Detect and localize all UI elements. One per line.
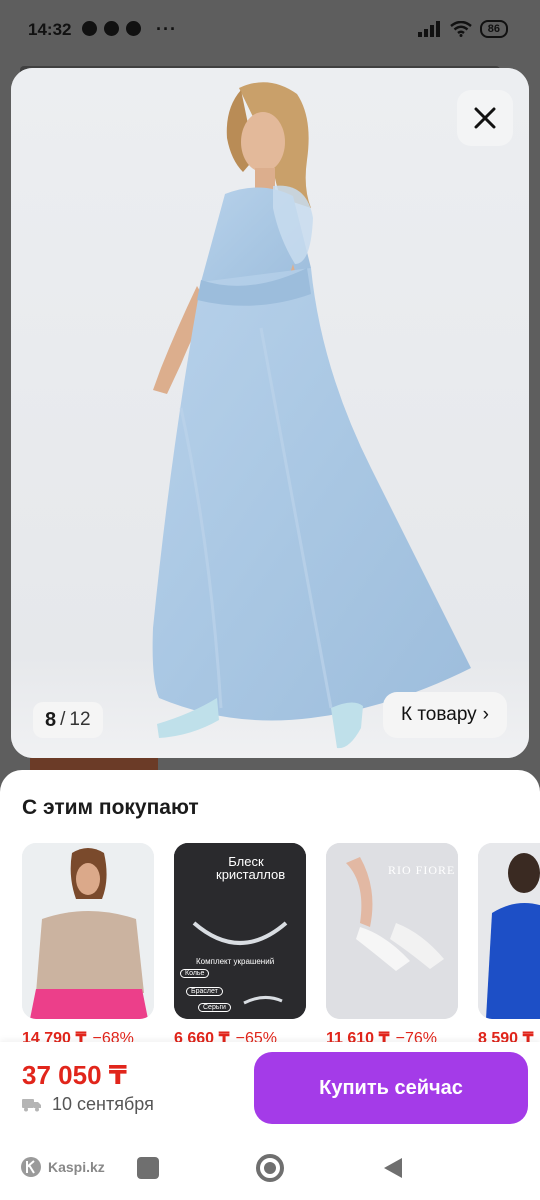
recommendations-carousel[interactable]: 14 790 ₸ −68% Блеск кристаллов Комплект у… bbox=[22, 843, 540, 1048]
back-button[interactable] bbox=[382, 1156, 404, 1180]
close-icon bbox=[474, 107, 496, 129]
chevron-right-icon: › bbox=[482, 704, 489, 725]
rec-image-jewelry-set[interactable]: Блеск кристаллов Комплект украшений Коль… bbox=[174, 843, 306, 1019]
more-notifications-icon: ··· bbox=[156, 18, 177, 39]
jewelry-overlay-subtitle: Комплект украшений bbox=[196, 957, 275, 966]
app-brand-label: Kaspi.kz bbox=[48, 1159, 105, 1175]
image-counter: 8 / 12 bbox=[33, 702, 103, 738]
app-brand: Kaspi.kz bbox=[20, 1156, 105, 1178]
to-product-button[interactable]: К товару › bbox=[382, 692, 507, 738]
to-product-label: К товару bbox=[400, 704, 477, 725]
notification-icons: ··· bbox=[82, 18, 177, 39]
signal-icon bbox=[417, 21, 440, 37]
jewelry-overlay-title: Блеск кристаллов bbox=[216, 854, 286, 882]
jewelry-tag: Колье bbox=[180, 969, 210, 978]
buy-bar: 37 050 ₸ 10 сентября Купить сейчас bbox=[0, 1042, 540, 1138]
home-button[interactable] bbox=[256, 1154, 284, 1182]
wifi-icon bbox=[449, 21, 472, 37]
system-nav-bar: Kaspi.kz bbox=[0, 1138, 540, 1200]
rec-card[interactable]: RIO FIORE 11 610 ₸ −76% bbox=[326, 843, 458, 1048]
recommendations-title: С этим покупают bbox=[22, 796, 199, 819]
jewelry-tag: Серьги bbox=[198, 1003, 231, 1012]
image-counter-current: 8 bbox=[45, 708, 57, 731]
delivery-date: 10 сентября bbox=[52, 1094, 154, 1114]
buy-now-button[interactable]: Купить сейчас bbox=[254, 1052, 528, 1124]
image-counter-separator: / bbox=[60, 709, 66, 730]
image-viewer[interactable]: 8 / 12 К товару › bbox=[11, 68, 529, 758]
rec-card[interactable]: Блеск кристаллов Комплект украшений Коль… bbox=[174, 843, 306, 1048]
delivery-info: 10 сентября bbox=[22, 1094, 154, 1115]
rec-image-sequin-top[interactable] bbox=[22, 843, 154, 1019]
product-price: 37 050 ₸ bbox=[22, 1060, 127, 1090]
rec-image-white-heels[interactable]: RIO FIORE bbox=[326, 843, 458, 1019]
close-button[interactable] bbox=[457, 90, 513, 146]
facebook-notification-icon bbox=[104, 21, 119, 36]
jewelry-tag: Браслет bbox=[186, 987, 223, 996]
status-bar: 14:32 ··· 86 bbox=[0, 0, 540, 60]
blue-sequin-dress-photo bbox=[478, 843, 540, 1019]
battery-indicator: 86 bbox=[479, 20, 508, 38]
brand-overlay: RIO FIORE bbox=[388, 863, 456, 877]
sequin-top-photo bbox=[22, 843, 154, 1019]
status-time: 14:32 bbox=[28, 20, 72, 39]
rec-image-blue-dress[interactable] bbox=[478, 843, 540, 1019]
system-icons: 86 bbox=[417, 20, 508, 38]
image-counter-total: 12 bbox=[69, 709, 91, 730]
recent-apps-button[interactable] bbox=[137, 1157, 159, 1179]
rec-card[interactable]: 14 790 ₸ −68% bbox=[22, 843, 154, 1048]
chat-notification-icon bbox=[82, 21, 97, 36]
kaspi-logo-icon bbox=[21, 1157, 41, 1177]
product-photo[interactable] bbox=[11, 68, 529, 758]
chrome-notification-icon bbox=[126, 21, 141, 36]
rec-card[interactable]: 8 590 ₸ bbox=[478, 843, 540, 1048]
delivery-truck-icon bbox=[22, 1098, 41, 1111]
